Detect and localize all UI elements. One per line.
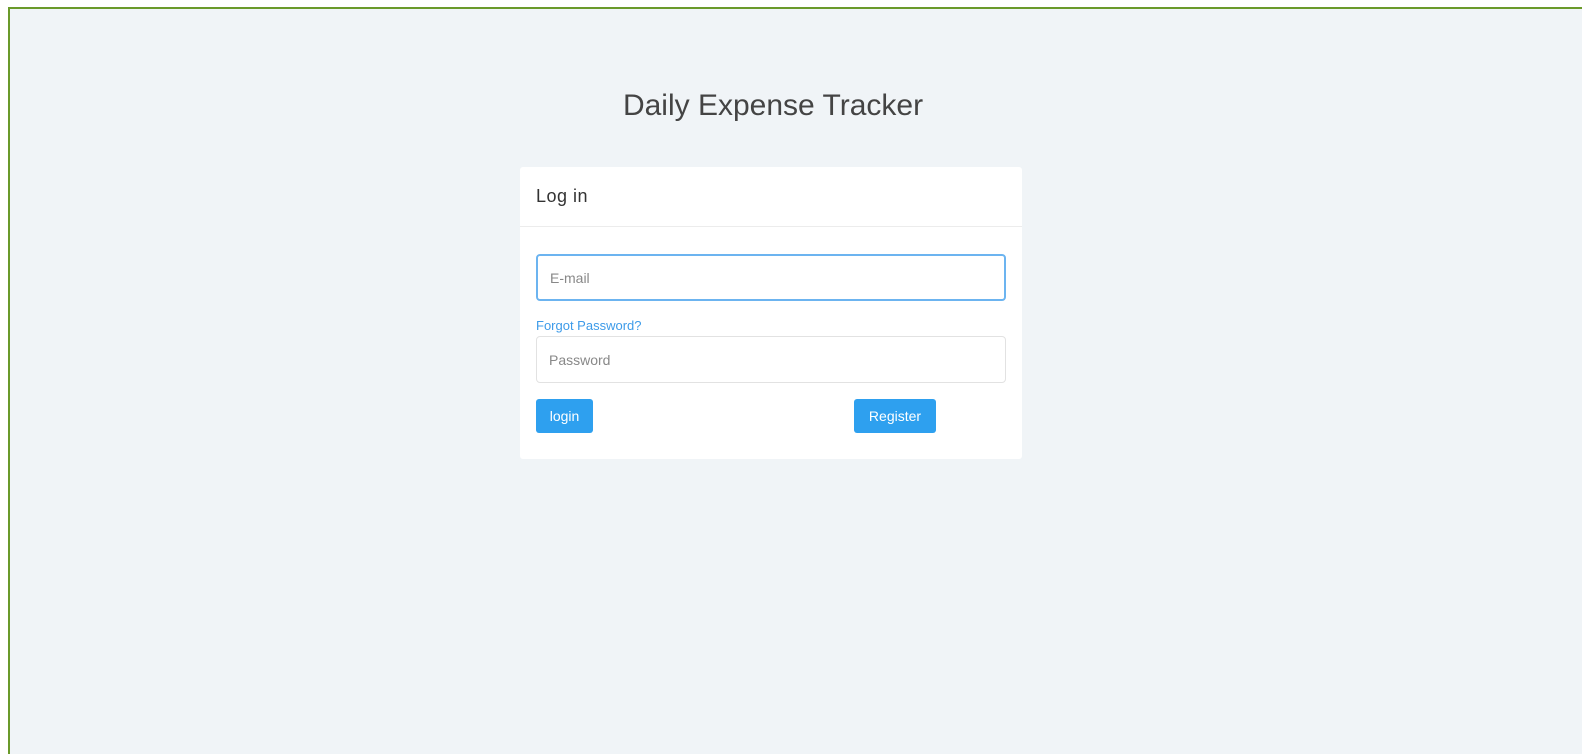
email-input[interactable] <box>536 254 1006 301</box>
register-button[interactable]: Register <box>854 399 936 433</box>
forgot-password-link[interactable]: Forgot Password? <box>536 318 642 333</box>
page-frame: Daily Expense Tracker Log in Forgot Pass… <box>8 7 1582 754</box>
login-button[interactable]: login <box>536 399 593 433</box>
login-card: Log in Forgot Password? login Register <box>520 167 1022 459</box>
password-input[interactable] <box>536 336 1006 383</box>
login-card-title: Log in <box>536 186 589 206</box>
app-title: Daily Expense Tracker <box>622 89 924 122</box>
login-card-header: Log in <box>520 167 1022 227</box>
